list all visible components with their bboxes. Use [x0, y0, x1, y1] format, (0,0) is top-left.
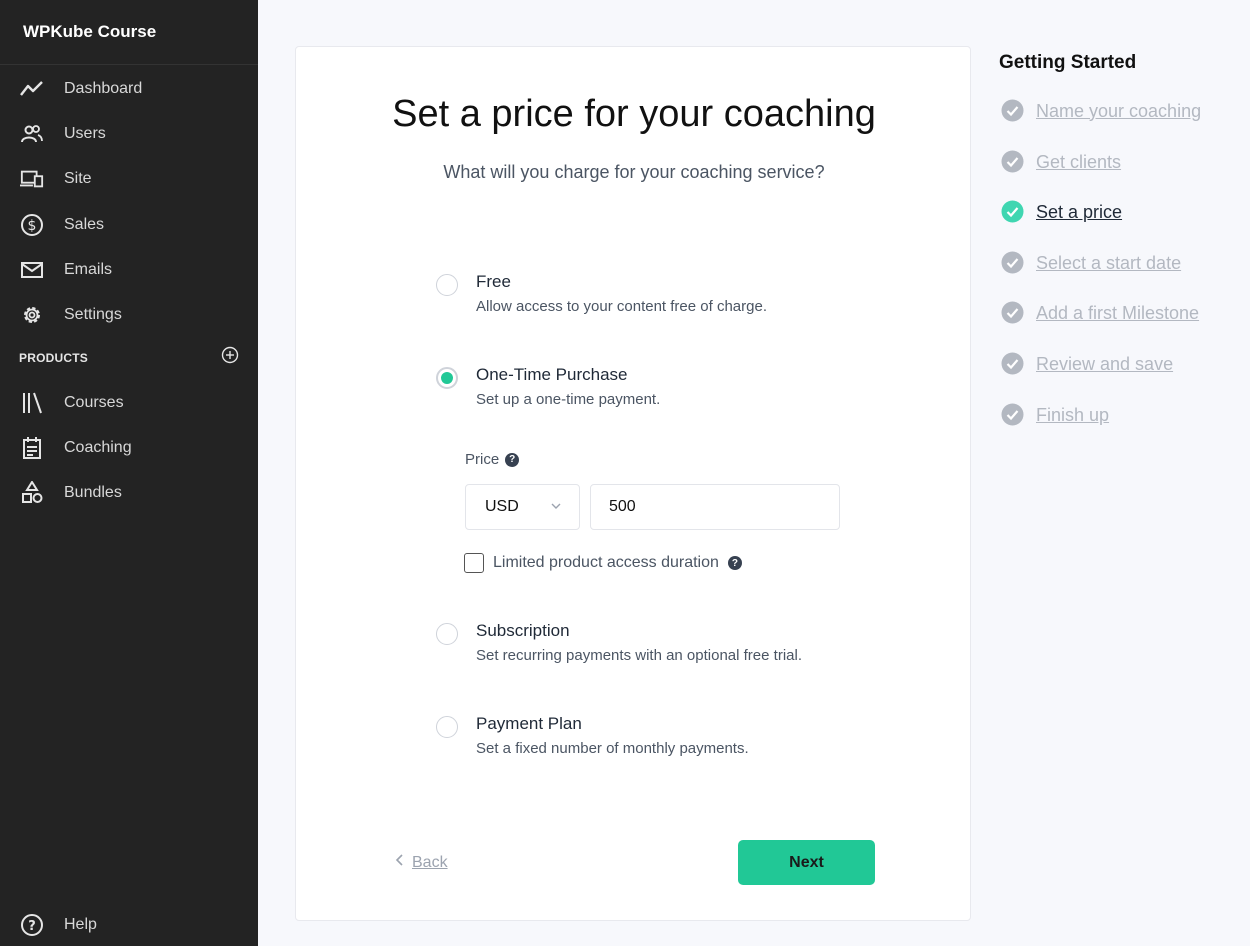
price-label-text: Price — [465, 451, 500, 468]
devices-icon — [20, 167, 44, 191]
sidebar-item-label: Users — [64, 125, 106, 142]
option-description: Set up a one-time payment. — [476, 391, 661, 408]
sidebar-item-site[interactable]: Site — [0, 159, 258, 199]
check-circle-icon — [1001, 150, 1024, 173]
steps-title: Getting Started — [999, 52, 1137, 73]
radio-free[interactable] — [436, 274, 458, 296]
products-section-label: PRODUCTS — [19, 351, 88, 365]
price-label: Price ? — [465, 451, 520, 468]
chevron-down-icon — [549, 499, 563, 513]
step-finish-up[interactable]: Finish up — [1001, 402, 1241, 428]
check-circle-icon — [1001, 301, 1024, 324]
svg-text:$: $ — [28, 218, 37, 234]
gear-icon — [20, 303, 44, 327]
radio-payment-plan[interactable] — [436, 716, 458, 738]
sidebar-item-users[interactable]: Users — [0, 114, 258, 154]
help-circle-icon: ? — [20, 913, 44, 937]
option-description: Set a fixed number of monthly payments. — [476, 740, 749, 757]
sidebar-item-label: Sales — [64, 216, 105, 233]
next-button[interactable]: Next — [738, 840, 875, 885]
question-icon[interactable]: ? — [505, 452, 520, 467]
option-description: Set recurring payments with an optional … — [476, 647, 802, 664]
sidebar-item-label: Bundles — [64, 484, 122, 501]
option-title: Free — [476, 272, 511, 291]
step-get-clients[interactable]: Get clients — [1001, 149, 1241, 175]
back-label: Back — [412, 853, 448, 871]
limited-access-checkbox-row[interactable]: Limited product access duration ? — [464, 553, 742, 573]
svg-text:?: ? — [28, 919, 36, 934]
step-set-a-price[interactable]: Set a price — [1001, 199, 1241, 225]
page-subtitle: What will you charge for your coaching s… — [443, 162, 825, 182]
step-add-a-first-milestone[interactable]: Add a first Milestone — [1001, 300, 1241, 326]
step-label: Select a start date — [1036, 252, 1182, 273]
radio-subscription[interactable] — [436, 623, 458, 645]
limited-access-label: Limited product access duration — [493, 554, 719, 571]
back-link[interactable]: Back — [394, 853, 448, 872]
add-product-icon[interactable] — [221, 346, 239, 364]
trend-line-icon — [20, 77, 44, 101]
step-label: Set a price — [1036, 201, 1123, 222]
option-title: One-Time Purchase — [476, 365, 628, 384]
page-title: Set a price for your coaching — [392, 93, 876, 135]
check-circle-icon — [1001, 99, 1024, 122]
check-circle-icon — [1001, 403, 1024, 426]
step-select-a-start-date[interactable]: Select a start date — [1001, 250, 1241, 276]
sidebar-item-label: Dashboard — [64, 80, 143, 97]
check-circle-icon — [1001, 352, 1024, 375]
library-icon — [20, 391, 44, 415]
step-label: Finish up — [1036, 404, 1110, 425]
step-label: Add a first Milestone — [1036, 302, 1200, 323]
sidebar-item-settings[interactable]: Settings — [0, 295, 258, 335]
sidebar-item-label: Emails — [64, 261, 113, 278]
radio-one-time-purchase[interactable] — [436, 367, 458, 389]
chevron-left-icon — [394, 853, 404, 872]
limited-access-checkbox[interactable] — [464, 553, 484, 573]
option-description: Allow access to your content free of cha… — [476, 298, 767, 315]
sidebar-item-label: Courses — [64, 394, 124, 411]
sidebar-item-dashboard[interactable]: Dashboard — [0, 69, 258, 109]
option-title: Payment Plan — [476, 714, 582, 733]
pricing-card: Set a price for your coaching What will … — [295, 46, 971, 921]
currency-value: USD — [485, 498, 519, 515]
option-title: Subscription — [476, 621, 570, 640]
currency-select[interactable]: USD — [465, 484, 580, 530]
dollar-circle-icon: $ — [20, 213, 44, 237]
sidebar-item-label: Coaching — [64, 439, 132, 456]
envelope-icon — [20, 258, 44, 282]
sidebar: WPKube Course Dashboard Users Site $ Sal… — [0, 0, 258, 946]
sidebar-item-coaching[interactable]: Coaching — [0, 428, 258, 468]
check-circle-icon — [1001, 251, 1024, 274]
sidebar-item-sales[interactable]: $ Sales — [0, 205, 258, 245]
step-review-and-save[interactable]: Review and save — [1001, 351, 1241, 377]
price-input[interactable] — [590, 484, 840, 530]
step-label: Name your coaching — [1036, 100, 1202, 121]
sidebar-item-emails[interactable]: Emails — [0, 250, 258, 290]
sidebar-item-help[interactable]: ? Help — [0, 905, 258, 945]
sidebar-item-label: Site — [64, 170, 92, 187]
brand-title: WPKube Course — [0, 0, 258, 65]
calendar-icon — [20, 436, 44, 460]
sidebar-item-label: Help — [64, 916, 97, 933]
question-icon[interactable]: ? — [727, 556, 742, 570]
sidebar-item-courses[interactable]: Courses — [0, 383, 258, 423]
sidebar-item-label: Settings — [64, 306, 122, 323]
sidebar-item-bundles[interactable]: Bundles — [0, 473, 258, 513]
check-circle-icon — [1001, 200, 1024, 223]
shapes-icon — [20, 481, 44, 505]
step-label: Get clients — [1036, 151, 1122, 172]
users-icon — [20, 122, 44, 146]
step-name-your-coaching[interactable]: Name your coaching — [1001, 98, 1241, 124]
step-label: Review and save — [1036, 353, 1174, 374]
